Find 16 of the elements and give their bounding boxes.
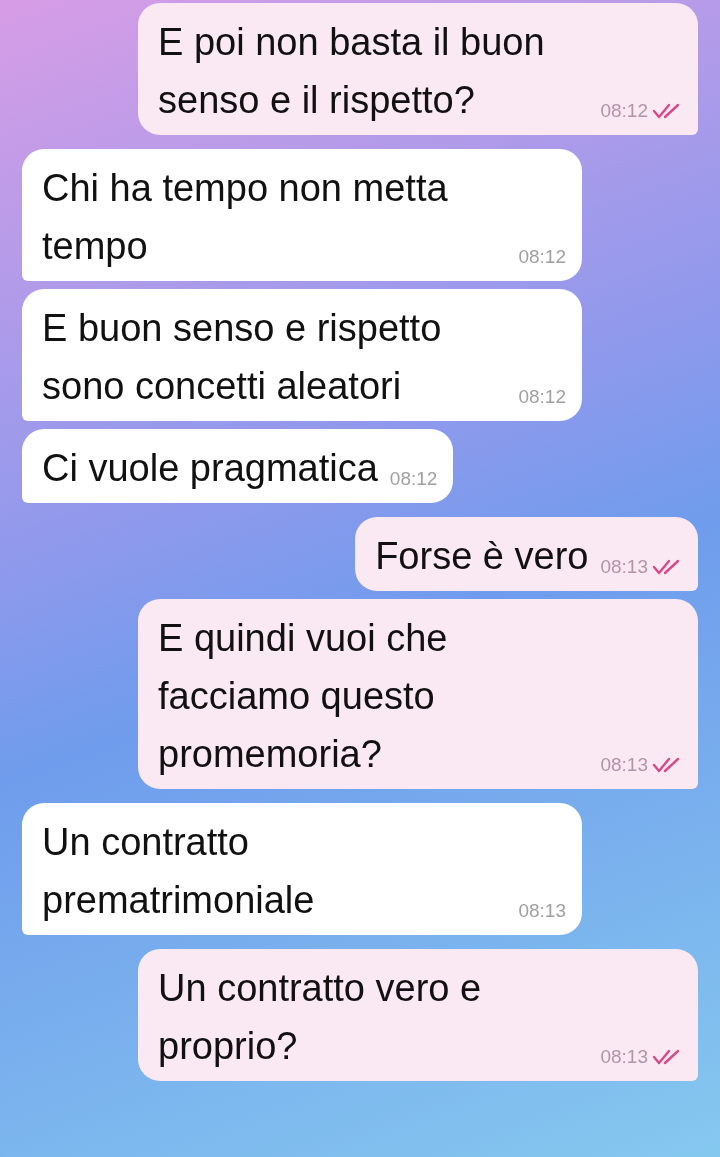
message-time: 08:12 [518, 384, 566, 409]
message-text: E buon senso e rispetto sono concetti aleatori [42, 306, 443, 409]
message-text: Chi ha tempo non metta tempo [42, 166, 449, 269]
message-time: 08:12 [600, 98, 648, 123]
message-text: E poi non basta il buon senso e il rispetto? [158, 20, 546, 123]
message-text: Forse è vero [375, 534, 589, 579]
message-time: 08:12 [518, 244, 566, 269]
message-time: 08:13 [600, 1044, 648, 1069]
message-time: 08:13 [600, 554, 648, 579]
message-time: 08:13 [600, 752, 648, 777]
message-time: 08:12 [389, 466, 438, 491]
message-text: E quindi vuoi che facciamo questo promemoria? [158, 616, 449, 777]
message-time: 08:13 [518, 898, 566, 923]
message-text: Un contratto vero e proprio? [158, 966, 483, 1069]
message-text: Un contratto prematrimoniale [42, 820, 316, 923]
message-text: Ci vuole pragmatica [42, 446, 378, 491]
